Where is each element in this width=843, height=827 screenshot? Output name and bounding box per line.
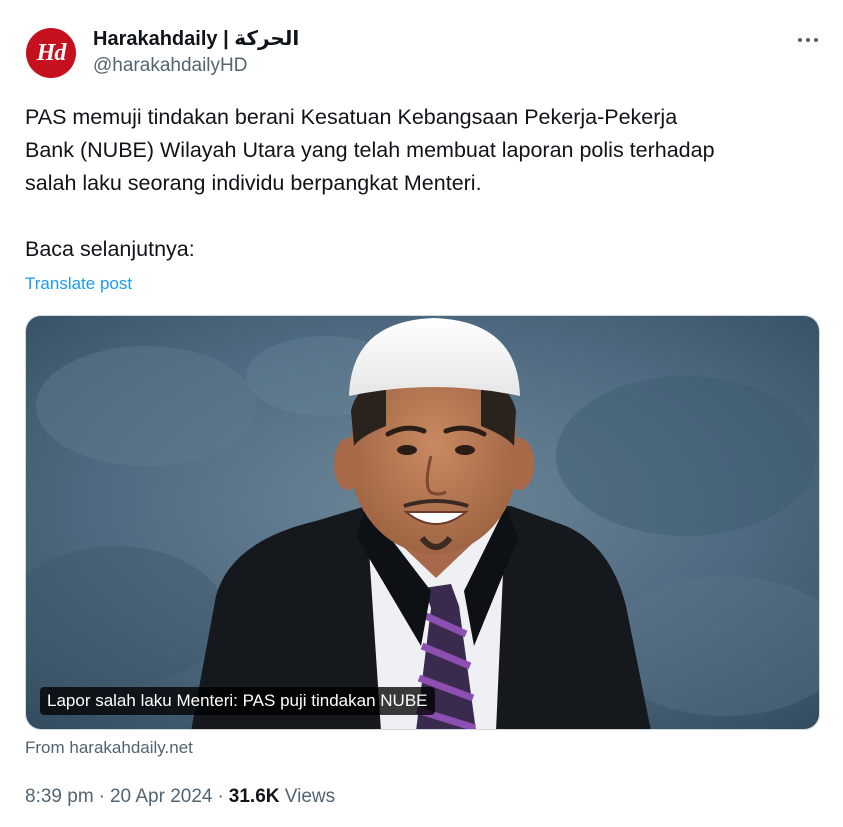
post-text: PAS memuji tindakan berani Kesatuan Keba…	[25, 105, 715, 261]
post-meta: 8:39 pm · 20 Apr 2024 · 31.6K Views	[25, 786, 335, 808]
link-source-domain[interactable]: From harakahdaily.net	[25, 738, 193, 758]
link-card-image[interactable]: Lapor salah laku Menteri: PAS puji tinda…	[25, 315, 820, 730]
user-handle[interactable]: @harakahdailyHD	[93, 54, 247, 78]
views-count: 31.6K	[228, 786, 280, 807]
more-options-button[interactable]	[790, 26, 826, 54]
separator: ·	[217, 786, 224, 807]
translate-post-link[interactable]: Translate post	[25, 274, 132, 294]
link-card-title[interactable]: Lapor salah laku Menteri: PAS puji tinda…	[40, 687, 435, 715]
separator: ·	[98, 786, 105, 807]
post-time[interactable]: 8:39 pm	[25, 786, 94, 807]
post: Hd Harakahdaily | الحركة @harakahdailyHD…	[0, 0, 843, 827]
display-name[interactable]: Harakahdaily | الحركة	[93, 27, 299, 51]
views-label: Views	[284, 786, 336, 807]
news-photo	[26, 316, 819, 729]
more-dots-icon	[798, 38, 802, 42]
avatar[interactable]: Hd	[26, 28, 76, 78]
post-date[interactable]: 20 Apr 2024	[110, 786, 212, 807]
avatar-logo-text: Hd	[36, 39, 67, 66]
